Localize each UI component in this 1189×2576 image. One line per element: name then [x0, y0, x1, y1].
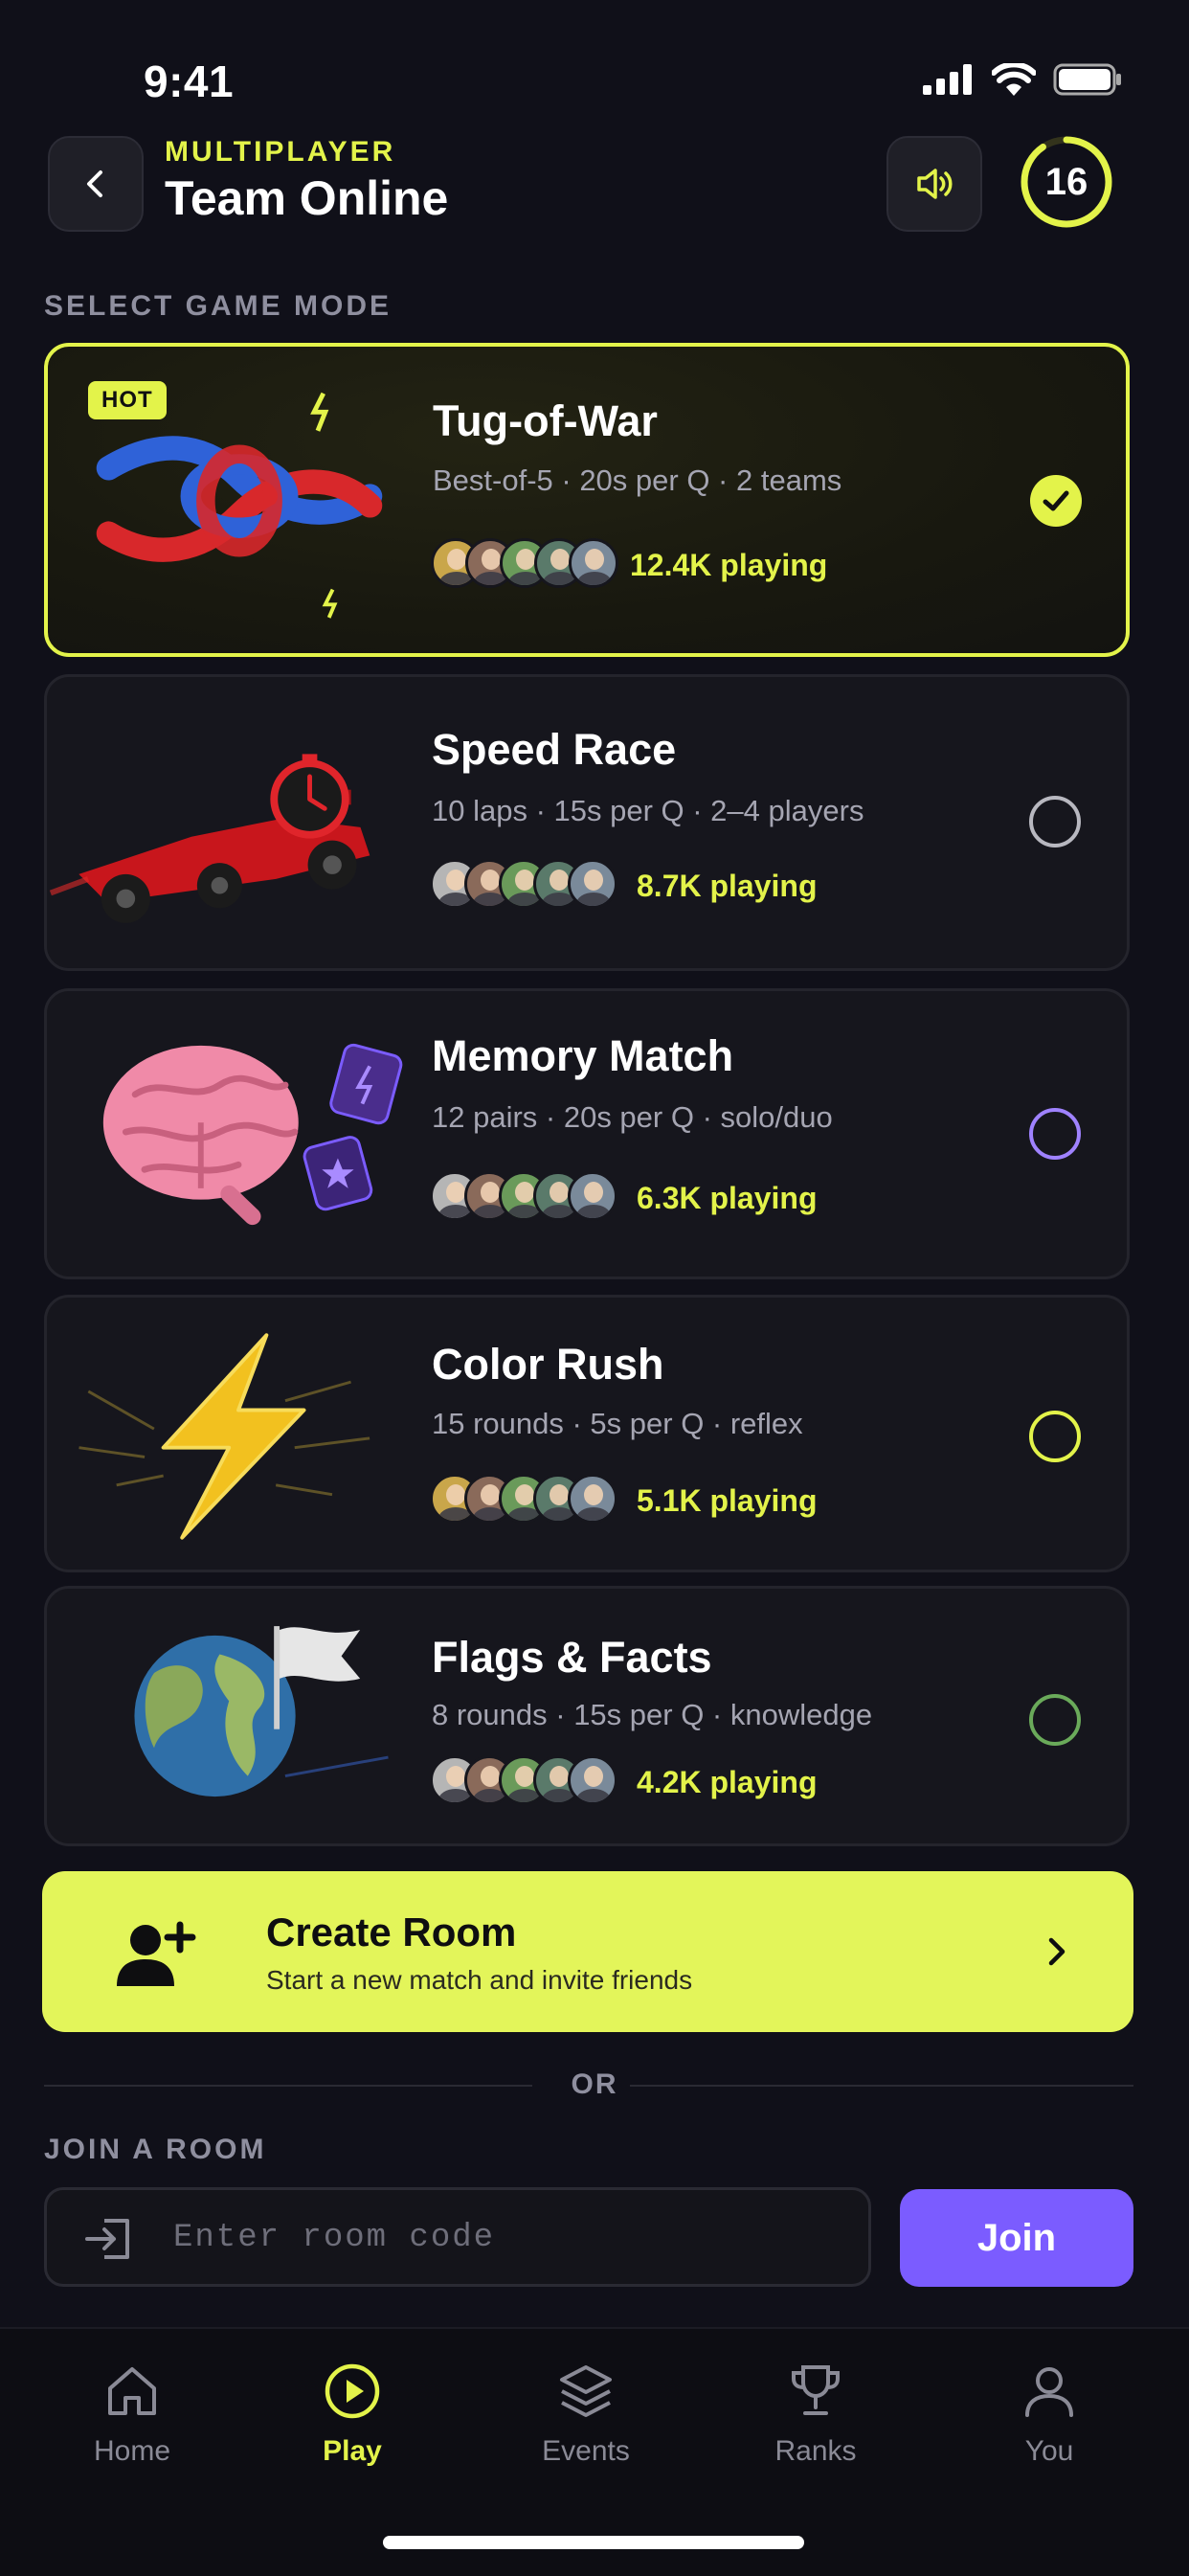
- play-icon: [325, 2363, 380, 2419]
- page-title: Team Online: [165, 171, 449, 225]
- playing-count: 5.1K playing: [637, 1483, 818, 1518]
- game-mode-card-speed-race[interactable]: Speed Race 10 laps · 15s per Q · 2–4 pla…: [44, 674, 1130, 971]
- back-button[interactable]: [48, 136, 144, 232]
- avatar: [569, 538, 618, 588]
- playing-count: 6.3K playing: [637, 1181, 818, 1215]
- mode-title: Tug-of-War: [433, 396, 658, 445]
- player-avatars: [430, 859, 617, 909]
- tab-label: Home: [93, 2435, 171, 2467]
- login-icon: [85, 2219, 129, 2259]
- tab-ranks[interactable]: Ranks: [720, 2361, 911, 2468]
- chevron-right-icon: [1048, 1937, 1066, 1966]
- create-room-subtitle: Start a new match and invite friends: [266, 1965, 693, 1995]
- tab-label: Ranks: [774, 2435, 857, 2467]
- mode-title: Flags & Facts: [432, 1633, 712, 1682]
- selected-check-radio[interactable]: [1030, 475, 1082, 527]
- user-icon: [1025, 2367, 1073, 2417]
- mode-title: Color Rush: [432, 1340, 664, 1389]
- create-room-button[interactable]: Create Room Start a new match and invite…: [42, 1871, 1133, 2032]
- sound-button[interactable]: [886, 136, 982, 232]
- playing-count: 4.2K playing: [637, 1765, 818, 1799]
- home-icon: [108, 2367, 156, 2415]
- player-avatars: [431, 538, 618, 588]
- join-button[interactable]: Join: [900, 2189, 1133, 2287]
- avatar: [568, 1171, 617, 1221]
- tab-label: Play: [323, 2435, 382, 2467]
- or-divider-text: OR: [571, 2068, 618, 2100]
- select-radio[interactable]: [1029, 1108, 1081, 1160]
- tab-label: You: [1024, 2435, 1074, 2467]
- trophy-icon: [792, 2365, 840, 2415]
- select-radio[interactable]: [1029, 796, 1081, 847]
- room-code-field[interactable]: [44, 2187, 871, 2287]
- select-radio[interactable]: [1029, 1411, 1081, 1462]
- mode-meta: 15 rounds · 5s per Q · reflex: [432, 1407, 803, 1440]
- select-radio[interactable]: [1029, 1694, 1081, 1746]
- join-room-label: JOIN A ROOM: [44, 2134, 267, 2165]
- status-icons: [923, 63, 1122, 96]
- mode-meta: Best-of-5 · 20s per Q · 2 teams: [433, 463, 842, 497]
- hot-badge: HOT: [88, 381, 167, 419]
- tab-home[interactable]: Home: [36, 2361, 228, 2468]
- home-indicator: [383, 2536, 804, 2549]
- mode-meta: 12 pairs · 20s per Q · solo/duo: [432, 1100, 833, 1134]
- game-mode-card-memory-match[interactable]: Memory Match 12 pairs · 20s per Q · solo…: [44, 988, 1130, 1279]
- speaker-icon: [917, 169, 953, 199]
- player-avatars: [430, 1474, 617, 1524]
- header-eyebrow: MULTIPLAYER: [165, 136, 396, 168]
- tab-play[interactable]: Play: [257, 2361, 448, 2468]
- tab-you[interactable]: You: [953, 2361, 1145, 2468]
- playing-count: 8.7K playing: [637, 869, 818, 903]
- player-avatars: [430, 1755, 617, 1805]
- battery-icon: [1053, 63, 1121, 96]
- create-room-title: Create Room: [266, 1909, 517, 1955]
- room-code-input[interactable]: [171, 2190, 845, 2286]
- brain-icon: [102, 1043, 403, 1226]
- layers-icon: [560, 2365, 612, 2417]
- divider-left: [44, 2085, 532, 2087]
- player-avatars: [430, 1171, 617, 1221]
- race-car-icon: [49, 754, 370, 923]
- lightning-bolt-icon: [79, 1333, 370, 1540]
- timer-count: 16: [1044, 161, 1088, 203]
- globe-flag-icon: [134, 1626, 389, 1797]
- tab-events[interactable]: Events: [490, 2361, 682, 2468]
- game-mode-card-flags-facts[interactable]: Flags & Facts 8 rounds · 15s per Q · kno…: [44, 1586, 1130, 1846]
- wifi-icon: [992, 63, 1036, 96]
- game-mode-card-tug-of-war[interactable]: HOT Tug-of-War Best-of-5 · 20s per Q · 2…: [44, 343, 1130, 657]
- status-time: 9:41: [144, 56, 235, 106]
- mode-title: Speed Race: [432, 725, 677, 774]
- game-mode-card-color-rush[interactable]: Color Rush 15 rounds · 5s per Q · reflex…: [44, 1295, 1130, 1572]
- checkmark-icon: [1043, 490, 1069, 511]
- chevron-left-icon: [87, 170, 102, 197]
- avatar: [568, 1755, 617, 1805]
- mode-meta: 10 laps · 15s per Q · 2–4 players: [432, 794, 864, 827]
- tab-label: Events: [542, 2435, 630, 2467]
- cellular-signal-icon: [923, 64, 972, 95]
- divider-right: [630, 2085, 1133, 2087]
- mode-meta: 8 rounds · 15s per Q · knowledge: [432, 1698, 873, 1731]
- mode-title: Memory Match: [432, 1031, 734, 1080]
- section-label: SELECT GAME MODE: [44, 290, 393, 322]
- avatar: [568, 859, 617, 909]
- add-user-icon: [117, 1921, 196, 1986]
- avatar: [568, 1474, 617, 1524]
- playing-count: 12.4K playing: [630, 548, 828, 582]
